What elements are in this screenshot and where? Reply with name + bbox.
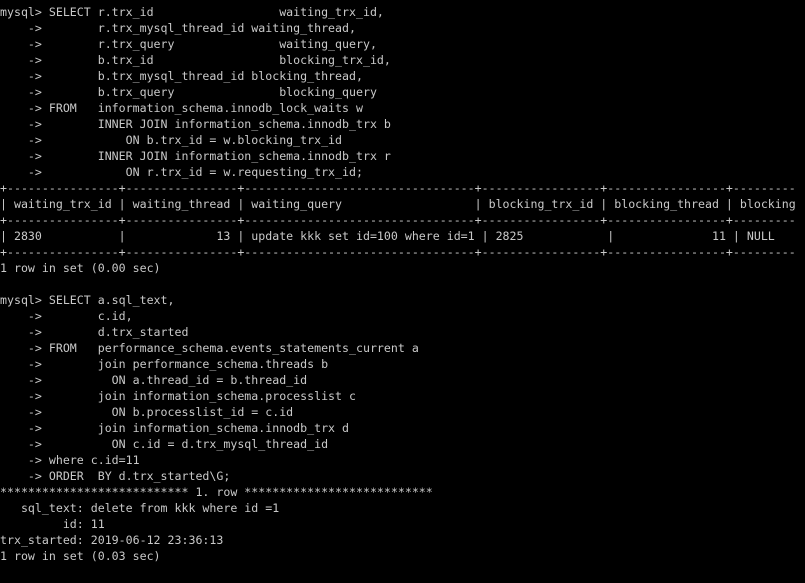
terminal-line: -> d.trx_started xyxy=(0,325,189,339)
terminal-line: -> ON a.thread_id = b.thread_id xyxy=(0,373,308,387)
terminal-line: 1 row in set (0.00 sec) xyxy=(0,261,161,275)
terminal-line: -> INNER JOIN information_schema.innodb_… xyxy=(0,149,391,163)
terminal-line: *************************** 1. row *****… xyxy=(0,485,433,499)
terminal-line: -> ON b.trx_id = w.blocking_trx_id xyxy=(0,133,343,147)
terminal-line: | waiting_trx_id | waiting_thread | wait… xyxy=(0,197,796,211)
terminal-line: -> c.id, xyxy=(0,309,133,323)
terminal-line: -> ON c.id = d.trx_mysql_thread_id xyxy=(0,437,329,451)
terminal-line: id: 11 xyxy=(0,517,105,531)
terminal-line: -> ON b.processlist_id = c.id xyxy=(0,405,294,419)
terminal-line: -> b.trx_query blocking_query xyxy=(0,85,377,99)
terminal-line: -> FROM performance_schema.events_statem… xyxy=(0,341,419,355)
terminal-line: -> where c.id=11 xyxy=(0,453,140,467)
terminal-line: 1 row in set (0.03 sec) xyxy=(0,549,161,563)
terminal-line: -> INNER JOIN information_schema.innodb_… xyxy=(0,117,391,131)
terminal-line: -> join information_schema.innodb_trx d xyxy=(0,421,350,435)
terminal-line: +----------------+----------------+-----… xyxy=(0,213,796,227)
terminal-line: sql_text: delete from kkk where id =1 xyxy=(0,501,280,515)
terminal-line: mysql> SELECT a.sql_text, xyxy=(0,293,175,307)
terminal-line: -> b.trx_id blocking_trx_id, xyxy=(0,53,391,67)
terminal-line: -> r.trx_mysql_thread_id waiting_thread, xyxy=(0,21,356,35)
terminal-line: mysql> SELECT r.trx_id waiting_trx_id, xyxy=(0,5,384,19)
terminal-line: -> ON r.trx_id = w.requesting_trx_id; xyxy=(0,165,363,179)
terminal-line: -> join information_schema.processlist c xyxy=(0,389,356,403)
terminal-line: -> join performance_schema.threads b xyxy=(0,357,329,371)
terminal-line: | 2830 | 13 | update kkk set id=100 wher… xyxy=(0,229,803,243)
terminal-line: trx_started: 2019-06-12 23:36:13 xyxy=(0,533,224,547)
terminal-line: -> ORDER BY d.trx_started\G; xyxy=(0,469,231,483)
terminal-output[interactable]: mysql> SELECT r.trx_id waiting_trx_id, -… xyxy=(0,0,805,583)
terminal-line: -> r.trx_query waiting_query, xyxy=(0,37,377,51)
terminal-line: -> FROM information_schema.innodb_lock_w… xyxy=(0,101,363,115)
terminal-line: +----------------+----------------+-----… xyxy=(0,181,796,195)
terminal-line: -> b.trx_mysql_thread_id blocking_thread… xyxy=(0,69,363,83)
terminal-line: +----------------+----------------+-----… xyxy=(0,245,796,259)
